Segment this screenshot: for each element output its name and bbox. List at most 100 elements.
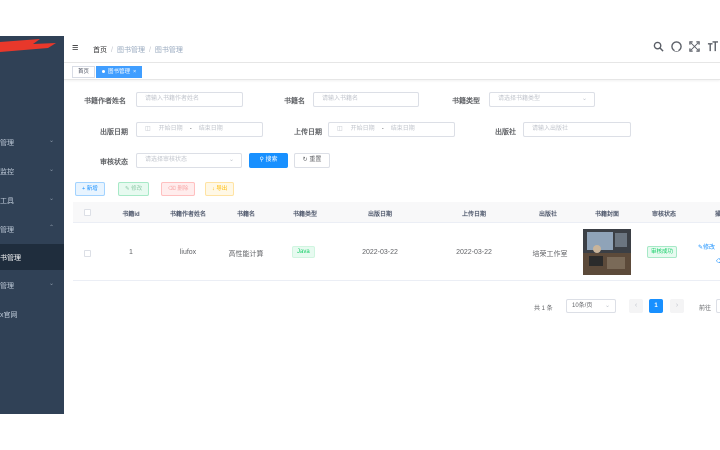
delete-button[interactable]: ⌫ 删除 bbox=[161, 182, 196, 196]
chevron-down-icon: ⌄ bbox=[48, 167, 54, 173]
row-edit-link[interactable]: ✎修改 bbox=[698, 242, 715, 251]
audit-status-label: 审核状态 bbox=[100, 159, 128, 166]
publish-date-range[interactable]: ◫ 开始日期 - 结束日期 bbox=[136, 122, 263, 137]
search-button[interactable]: ⚲ 搜索 bbox=[249, 153, 288, 168]
prev-page-button[interactable]: ‹ bbox=[629, 299, 643, 313]
sidebar-item-label: x官网 bbox=[0, 312, 18, 319]
column-header-id: 书籍id bbox=[122, 212, 140, 218]
publisher-placeholder: 请输入出版社 bbox=[532, 126, 569, 132]
cell-upload-date: 2022-03-22 bbox=[456, 249, 492, 256]
hamburger-icon[interactable]: ≡ bbox=[72, 42, 78, 54]
plus-icon: + bbox=[82, 186, 86, 192]
author-input[interactable]: 请输入书籍作者姓名 bbox=[136, 92, 243, 107]
sidebar-item-label: 书管理 bbox=[0, 255, 21, 262]
tag-label: 首页 bbox=[78, 69, 90, 75]
pagination-total: 共 1 条 bbox=[534, 306, 553, 312]
breadcrumb-item: 图书管理 bbox=[116, 47, 145, 54]
cell-name: 高性能计算 bbox=[228, 251, 264, 258]
status-badge: 审核成功 bbox=[647, 246, 678, 258]
book-cover-image[interactable] bbox=[583, 229, 631, 275]
sidebar-item-book-management[interactable]: 书管理 bbox=[0, 244, 64, 270]
sidebar-item-0[interactable]: 管理 ⌄ bbox=[0, 129, 64, 155]
publish-date-label: 出版日期 bbox=[100, 129, 128, 136]
chevron-down-icon: ⌄ bbox=[48, 138, 54, 144]
refresh-icon: ↻ bbox=[302, 157, 308, 163]
select-all-checkbox[interactable] bbox=[84, 209, 91, 216]
add-button-label: 新增 bbox=[86, 186, 98, 192]
github-icon[interactable] bbox=[671, 41, 682, 55]
column-header-publish-date: 出版日期 bbox=[367, 212, 393, 218]
export-button[interactable]: ↓ 导出 bbox=[205, 182, 235, 196]
chevron-down-icon: ⌄ bbox=[604, 303, 610, 309]
cell-publisher: 培荣工作室 bbox=[532, 251, 568, 258]
sidebar-item-2[interactable]: 工具 ⌄ bbox=[0, 187, 64, 213]
sidebar-item-6[interactable]: x官网 bbox=[0, 301, 64, 327]
close-icon[interactable]: × bbox=[133, 69, 136, 75]
sidebar-item-1[interactable]: 监控 ⌄ bbox=[0, 158, 64, 184]
trash-icon: ⌫ bbox=[716, 259, 720, 265]
column-header-type: 书籍类型 bbox=[292, 212, 318, 218]
delete-button-label: 删除 bbox=[177, 186, 189, 192]
upload-date-end: 结束日期 bbox=[390, 126, 415, 132]
fullscreen-icon[interactable] bbox=[689, 41, 700, 55]
next-page-button[interactable]: › bbox=[670, 299, 684, 313]
column-header-publisher: 出版社 bbox=[538, 212, 558, 218]
breadcrumb-item-home[interactable]: 首页 bbox=[93, 47, 107, 54]
tag-label: 图书管理 bbox=[108, 69, 131, 75]
sidebar-item-label: 工具 bbox=[0, 198, 14, 205]
logo bbox=[0, 39, 56, 52]
column-header-status: 审核状态 bbox=[651, 212, 677, 218]
sidebar-item-3[interactable]: 管理 ⌃ bbox=[0, 216, 64, 242]
book-type-select[interactable]: 请选择书籍类型 ⌄ bbox=[489, 92, 595, 107]
breadcrumb-item-current: 图书管理 bbox=[154, 47, 183, 54]
goto-label: 前往 bbox=[699, 306, 712, 312]
sidebar-item-label: 监控 bbox=[0, 169, 14, 176]
book-type-placeholder: 请选择书籍类型 bbox=[498, 96, 541, 102]
sidebar-item-label: 管理 bbox=[0, 227, 14, 234]
table-row: 1 liufox 高性能计算 Java 2022-03-22 2022-03-2… bbox=[73, 223, 720, 281]
book-type-label: 书籍类型 bbox=[452, 98, 480, 105]
chevron-down-icon: ⌄ bbox=[48, 196, 54, 202]
chevron-down-icon: ⌄ bbox=[228, 157, 234, 163]
search-icon: ⚲ bbox=[259, 157, 264, 163]
page-number[interactable]: 1 bbox=[649, 299, 663, 313]
row-checkbox[interactable] bbox=[84, 250, 91, 257]
publisher-input[interactable]: 请输入出版社 bbox=[523, 122, 631, 137]
author-placeholder: 请输入书籍作者姓名 bbox=[145, 96, 200, 102]
cell-author: liufox bbox=[179, 249, 197, 256]
upload-date-range[interactable]: ◫ 开始日期 - 结束日期 bbox=[328, 122, 455, 137]
type-tag: Java bbox=[292, 246, 315, 258]
tags-view: 首页 图书管理 × bbox=[64, 63, 720, 80]
row-edit-label: 修改 bbox=[703, 245, 716, 251]
chevron-down-icon: ⌄ bbox=[581, 96, 587, 102]
tag-home[interactable]: 首页 bbox=[72, 66, 96, 78]
calendar-icon: ◫ bbox=[145, 126, 151, 132]
book-name-label: 书籍名 bbox=[284, 98, 305, 105]
column-header-cover: 书籍封面 bbox=[594, 212, 620, 218]
sidebar: 管理 ⌄ 监控 ⌄ 工具 ⌄ 管理 ⌃ 书管理 管理 ⌄ x官网 bbox=[0, 36, 64, 414]
search-icon[interactable] bbox=[653, 41, 664, 55]
chevron-down-icon: ⌄ bbox=[48, 281, 54, 287]
row-delete-link[interactable]: ⌫删 bbox=[716, 256, 720, 265]
upload-date-start: 开始日期 bbox=[350, 126, 375, 132]
tag-book-management[interactable]: 图书管理 × bbox=[96, 66, 143, 78]
reset-button[interactable]: ↻ 重置 bbox=[294, 153, 330, 168]
edit-button[interactable]: ✎ 修改 bbox=[118, 182, 150, 196]
active-dot-icon bbox=[102, 70, 105, 74]
book-name-input[interactable]: 请输入书籍名 bbox=[313, 92, 419, 107]
sidebar-item-5[interactable]: 管理 ⌄ bbox=[0, 272, 64, 298]
publish-date-start: 开始日期 bbox=[158, 126, 183, 132]
page-size-value: 10条/页 bbox=[572, 303, 593, 309]
font-size-icon[interactable] bbox=[707, 41, 718, 55]
edit-icon: ✎ bbox=[125, 186, 130, 192]
sidebar-item-label: 管理 bbox=[0, 140, 14, 147]
audit-status-placeholder: 请选择审核状态 bbox=[145, 157, 188, 163]
goto-page-input[interactable] bbox=[716, 299, 720, 313]
app-frame: 管理 ⌄ 监控 ⌄ 工具 ⌄ 管理 ⌃ 书管理 管理 ⌄ x官网 ≡ 首页 / 图书… bbox=[0, 36, 720, 414]
reset-button-label: 重置 bbox=[309, 157, 322, 163]
trash-icon: ⌫ bbox=[168, 186, 176, 192]
add-button[interactable]: + 新增 bbox=[75, 182, 105, 196]
audit-status-select[interactable]: 请选择审核状态 ⌄ bbox=[136, 153, 242, 168]
page-size-select[interactable]: 10条/页 ⌄ bbox=[566, 299, 616, 313]
calendar-icon: ◫ bbox=[337, 126, 343, 132]
